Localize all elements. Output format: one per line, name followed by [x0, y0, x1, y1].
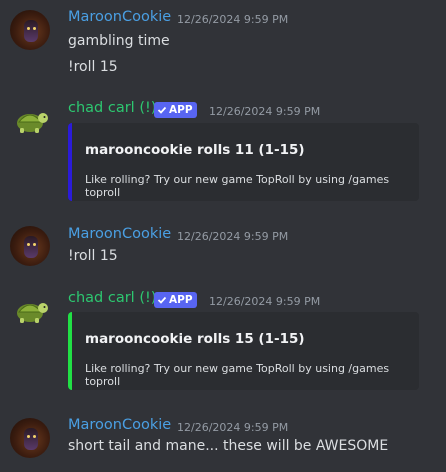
- roll-embed: marooncookie rolls 15 (1-15) Like rollin…: [68, 312, 419, 390]
- badge-label: APP: [169, 104, 193, 116]
- roll-embed: marooncookie rolls 11 (1-15) Like rollin…: [68, 123, 419, 201]
- message-timestamp: 12/26/2024 9:59 PM: [209, 295, 321, 308]
- embed-description: Like rolling? Try our new game TopRoll b…: [85, 362, 390, 388]
- embed-description: Like rolling? Try our new game TopRoll b…: [85, 173, 390, 199]
- message-timestamp: 12/26/2024 9:59 PM: [177, 13, 289, 26]
- message-text: short tail and mane... these will be AWE…: [68, 438, 389, 454]
- user-avatar[interactable]: [10, 10, 50, 50]
- checkmark-icon: [157, 296, 167, 304]
- user-avatar[interactable]: [10, 418, 50, 458]
- checkmark-icon: [157, 106, 167, 114]
- badge-label: APP: [169, 294, 193, 306]
- author-name[interactable]: chad carl (!): [68, 100, 156, 116]
- app-badge: APP: [154, 292, 197, 308]
- user-avatar[interactable]: [10, 226, 50, 266]
- app-badge: APP: [154, 102, 197, 118]
- bot-avatar[interactable]: [10, 100, 50, 140]
- message-timestamp: 12/26/2024 9:59 PM: [209, 105, 321, 118]
- bot-avatar[interactable]: [10, 290, 50, 330]
- message-text: !roll 15: [68, 248, 118, 264]
- embed-title: marooncookie rolls 11 (1-15): [85, 142, 305, 158]
- message-text: !roll 15: [68, 59, 118, 75]
- message-timestamp: 12/26/2024 9:59 PM: [177, 421, 289, 434]
- embed-title: marooncookie rolls 15 (1-15): [85, 331, 305, 347]
- author-name[interactable]: chad carl (!): [68, 290, 156, 306]
- author-name[interactable]: MaroonCookie: [68, 417, 171, 433]
- author-name[interactable]: MaroonCookie: [68, 226, 171, 242]
- message-text: gambling time: [68, 33, 170, 49]
- author-name[interactable]: MaroonCookie: [68, 9, 171, 25]
- message-timestamp: 12/26/2024 9:59 PM: [177, 230, 289, 243]
